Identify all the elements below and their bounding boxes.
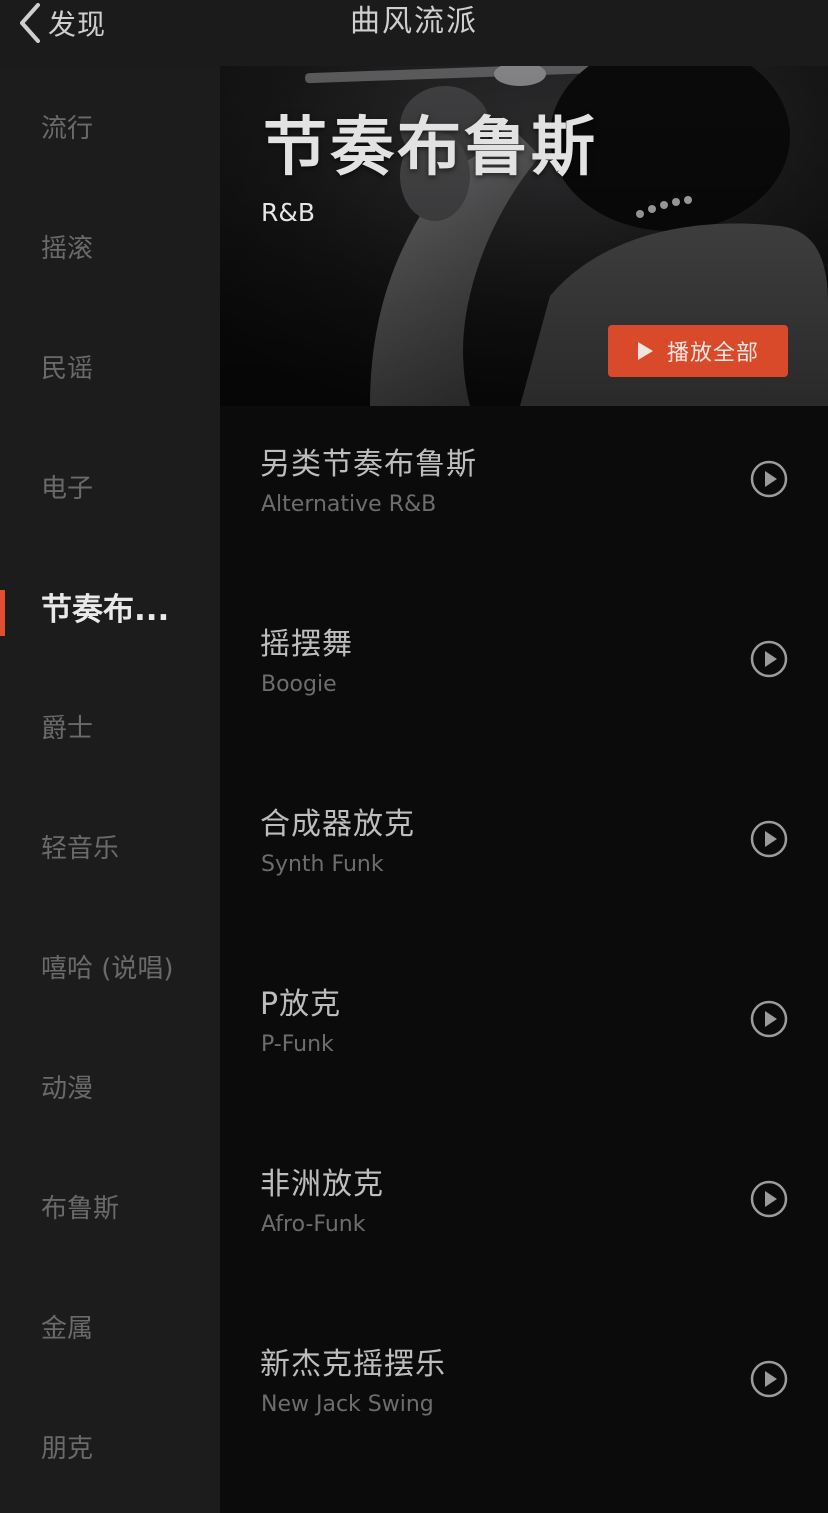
subgenre-name: 另类节奏布鲁斯 (260, 447, 477, 482)
play-circle-icon[interactable] (750, 460, 788, 498)
play-circle-icon[interactable] (750, 1360, 788, 1398)
sidebar-item-metal[interactable]: 金属 (0, 1266, 220, 1386)
sidebar-item-folk[interactable]: 民谣 (0, 306, 220, 426)
sidebar-item-anime[interactable]: 动漫 (0, 1026, 220, 1146)
banner-title: 节奏布鲁斯 (263, 111, 598, 185)
play-circle-icon[interactable] (750, 1000, 788, 1038)
sidebar-item-light-music[interactable]: 轻音乐 (0, 786, 220, 906)
sidebar-item-jazz[interactable]: 爵士 (0, 666, 220, 786)
sidebar-item-pop[interactable]: 流行 (0, 66, 220, 186)
play-circle-icon[interactable] (750, 1180, 788, 1218)
navigation-bar: 发现 曲风流派 (0, 0, 828, 66)
sidebar-item-rnb[interactable]: 节奏布... (0, 546, 220, 666)
sidebar-item-label: 节奏布... (41, 591, 170, 628)
list-item[interactable]: 非洲放克 Afro-Funk (220, 1126, 828, 1306)
subgenre-name: 合成器放克 (260, 807, 415, 842)
subgenre-english-name: Afro-Funk (261, 1212, 366, 1237)
list-item[interactable]: P放克 P-Funk (220, 946, 828, 1126)
play-all-label: 播放全部 (667, 341, 760, 366)
genre-category-sidebar: 流行 摇滚 民谣 电子 节奏布... 爵士 轻音乐 嘻哈 (说唱) 动漫 布鲁斯… (0, 66, 220, 1513)
play-circle-icon[interactable] (750, 640, 788, 678)
subgenre-english-name: Synth Funk (261, 852, 384, 877)
list-item[interactable]: 另类节奏布鲁斯 Alternative R&B (220, 406, 828, 586)
play-circle-icon[interactable] (750, 820, 788, 858)
sidebar-item-electronic[interactable]: 电子 (0, 426, 220, 546)
subgenre-name: 非洲放克 (260, 1167, 384, 1202)
play-all-button[interactable]: 播放全部 (608, 325, 788, 377)
subgenre-english-name: New Jack Swing (261, 1392, 434, 1417)
subgenre-name: P放克 (260, 987, 342, 1022)
app-root: 发现 曲风流派 流行 摇滚 民谣 电子 节奏布... 爵士 轻音乐 嘻哈 (说唱… (0, 0, 828, 1513)
subgenre-english-name: Boogie (261, 672, 337, 697)
subgenre-english-name: Alternative R&B (261, 492, 437, 517)
active-indicator (0, 590, 5, 636)
play-triangle-icon (638, 342, 653, 360)
genre-banner: 节奏布鲁斯 R&B 播放全部 (220, 66, 828, 406)
list-item[interactable]: 摇摆舞 Boogie (220, 586, 828, 766)
subgenre-english-name: P-Funk (261, 1032, 334, 1057)
banner-subtitle: R&B (261, 198, 316, 227)
page-title: 曲风流派 (350, 4, 478, 39)
sidebar-item-punk[interactable]: 朋克 (0, 1386, 220, 1506)
subgenre-list: 另类节奏布鲁斯 Alternative R&B 摇摆舞 Boogie 合成器放克… (220, 406, 828, 1513)
subgenre-name: 新杰克摇摆乐 (260, 1347, 446, 1382)
sidebar-item-rock[interactable]: 摇滚 (0, 186, 220, 306)
list-item[interactable]: 新杰克摇摆乐 New Jack Swing (220, 1306, 828, 1486)
list-item[interactable]: 合成器放克 Synth Funk (220, 766, 828, 946)
sidebar-item-blues[interactable]: 布鲁斯 (0, 1146, 220, 1266)
subgenre-name: 摇摆舞 (260, 627, 353, 662)
sidebar-item-hiphop[interactable]: 嘻哈 (说唱) (0, 906, 220, 1026)
